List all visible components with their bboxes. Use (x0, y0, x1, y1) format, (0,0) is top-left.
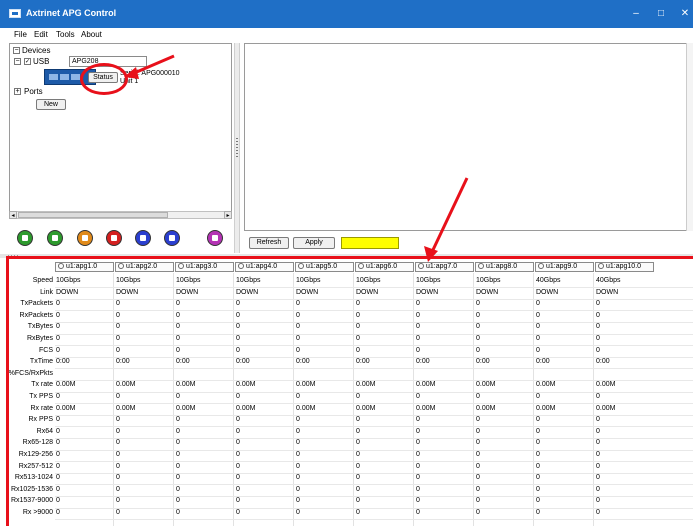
arrow-to-table (430, 177, 469, 253)
arrow-head-status (124, 67, 139, 79)
arrow-to-status (131, 54, 175, 76)
annotation-arrows (124, 54, 469, 262)
arrow-head-table (424, 246, 438, 262)
app-window: Axtrinet APG Control – □ ✕ File Edit Too… (0, 0, 693, 526)
